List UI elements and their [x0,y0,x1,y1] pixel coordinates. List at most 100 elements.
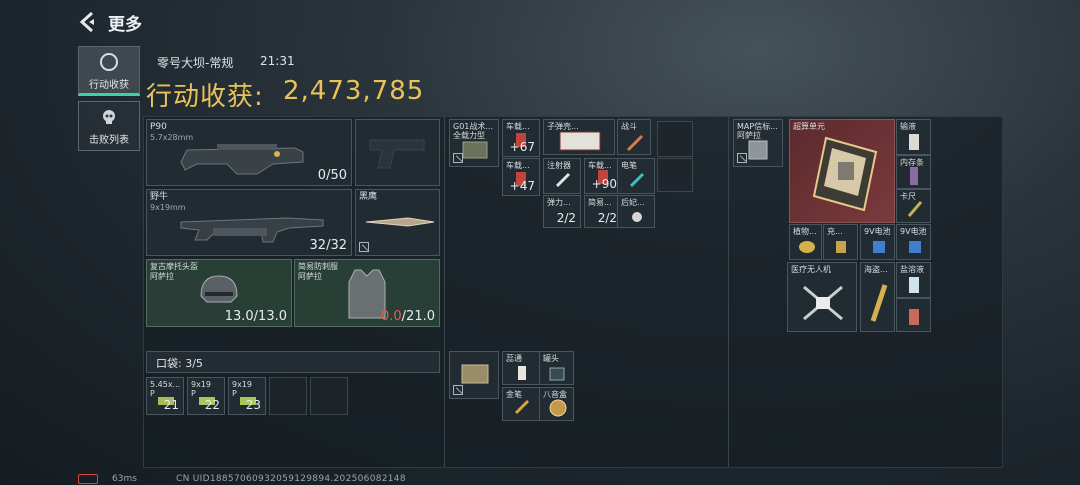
rig-item-slot[interactable]: 注射器 [543,158,581,194]
user-uid: CN UID18857060932059129894.20250608214​8 [176,474,406,484]
flower-icon [632,212,642,222]
pack-item-slot[interactable]: 罐头 [539,351,574,385]
network-icon [78,474,98,484]
p90-weapon-icon [180,144,304,175]
pocket-empty-slot[interactable] [310,377,348,415]
item-name: 盐溶液 [900,265,924,274]
tab-kill-list[interactable]: 击败列表 [78,101,140,151]
backpack-item-slot[interactable]: 医疗无人机 [787,262,857,332]
pouch-icon [461,364,489,384]
syringe-icon [555,172,571,188]
rig-item-slot[interactable]: 车载... +67 [502,119,540,157]
armor-origin: 阿萨拉 [298,272,322,281]
ammo-count: 21 [163,398,179,412]
pocket-ammo-slot[interactable]: 5.45x... P 21 [146,377,184,415]
melee-slot[interactable]: 黑鹰 [355,189,440,256]
nasal-spray-icon [518,366,526,380]
armor-name: 简易防刺服 [298,262,338,271]
backpack-item-slot[interactable]: 盐溶液 [896,262,931,298]
rig-empty-slot[interactable] [657,158,693,192]
item-name: 弹力... [547,198,571,207]
back-label[interactable]: 更多 [108,10,142,35]
item-name: 超算单元 [793,122,825,131]
backpack-item-slot[interactable]: 9V电池 [896,224,931,260]
weapon-ammo: 32/32 [309,238,347,253]
ammo-count: 23 [245,398,261,412]
back-arrow-icon[interactable] [76,10,100,34]
helmet-durability: 13.0/13.0 [224,309,287,324]
pack-item-slot[interactable]: 八音盒 [539,387,574,421]
pocket-empty-slot[interactable] [269,377,307,415]
saline-icon [909,277,919,293]
item-name: 输液 [900,122,916,131]
charger-icon [836,241,846,253]
tab-loot-label: 行动收获 [89,80,129,91]
pocket-ammo-slot[interactable]: 9x19 P 23 [228,377,266,415]
pocket-label: 口袋: 3/5 [156,357,203,370]
rig-name: G01战术... 全载力型 [453,122,494,140]
rig-item-slot[interactable]: 后妃... [617,195,655,228]
plant-can-icon [799,241,815,253]
test-pen-icon [629,172,645,188]
item-name: 9V电池 [864,227,891,236]
tab-kill-list-label: 击败列表 [89,135,129,146]
loot-icon [100,53,118,71]
rig-item-slot[interactable]: 弹力... 2/2 [543,195,581,228]
weapon-ammo: 0/50 [317,168,347,183]
rig-item-slot[interactable]: 子弹壳... [543,119,615,155]
item-name: 车载... [506,161,530,170]
backpack-item-slot[interactable]: 输液 [896,119,931,155]
backpack-item-slot[interactable]: 植物... [789,224,822,260]
item-name: 植物... [793,227,817,236]
sidearm-slot[interactable] [355,119,440,186]
backpack-item-slot[interactable] [896,298,931,332]
knife-icon [626,134,644,152]
pack-slot[interactable] [449,351,499,399]
backpack-item-slot[interactable]: 海盗... [860,262,895,332]
item-name: 海盗... [864,265,888,274]
backpack-item-slot[interactable]: 9V电池 [860,224,895,260]
medicine-icon [909,309,919,325]
backpack-slot[interactable]: MAP信标... 阿萨拉 [733,119,783,167]
session-time: 21:31 [260,54,295,68]
iv-bag-icon [909,134,919,150]
item-name: 9V电池 [900,227,927,236]
pack-item-slot[interactable]: 蕊通 [502,351,540,385]
pack-item-slot[interactable]: 金笔 [502,387,540,421]
broken-status-icon [453,153,463,163]
medical-drone-icon [803,285,843,321]
tab-loot[interactable]: 行动收获 [78,46,140,96]
armor-durability: 0.0/21.0 [380,309,435,324]
backpack-item-slot[interactable]: 内存条 [896,155,931,189]
item-name: 蕊通 [506,354,522,363]
backpack-item-slot[interactable]: 充... [823,224,858,260]
rig-item-slot[interactable]: 电笔 [617,158,655,194]
item-name: 简易... [588,198,612,207]
battery-icon [873,241,885,253]
pocket-ammo-slot[interactable]: 9x19 P 22 [187,377,225,415]
panel-divider [728,117,729,467]
secondary-weapon-slot[interactable]: 野牛 9x19mm 32/32 [146,189,352,256]
loot-title: 行动收获: [146,82,264,112]
primary-weapon-slot[interactable]: P90 5.7x28mm 0/50 [146,119,352,186]
item-name: 罐头 [543,354,559,363]
memory-stick-icon [910,167,918,185]
rig-item-slot[interactable]: 车载... +47 [502,158,540,196]
can-icon [549,367,565,381]
loot-value: 2,473,785 [283,76,425,106]
pirate-item-icon [870,284,888,322]
backpack-item-slot[interactable]: 超算单元 [789,119,895,223]
rig-item-slot[interactable]: 战斗 [617,119,651,155]
item-name: 车载... [506,122,530,131]
battery-icon [909,241,921,253]
rig-empty-slot[interactable] [657,121,693,157]
item-count: +90 [591,177,617,191]
gold-pen-icon [514,399,530,415]
caliper-icon [907,201,923,217]
backpack-item-slot[interactable]: 卡尺 [896,189,931,223]
armor-slot[interactable]: 简易防刺服 阿萨拉 0.0/21.0 [294,259,440,327]
supercomputer-unit-icon [812,136,878,212]
helmet-slot[interactable]: 复古摩托头盔 阿萨拉 13.0/13.0 [146,259,292,327]
chest-rig-slot[interactable]: G01战术... 全载力型 [449,119,499,167]
skull-icon [103,110,115,124]
